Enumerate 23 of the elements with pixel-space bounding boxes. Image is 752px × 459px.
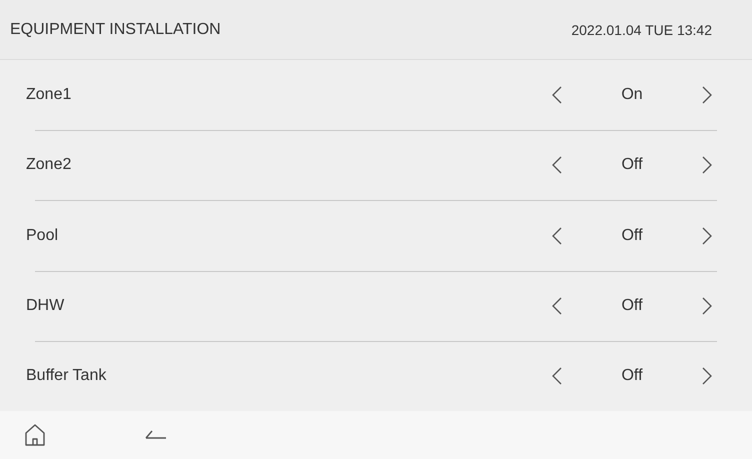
setting-label: Zone2 bbox=[26, 156, 72, 174]
chevron-right-icon bbox=[701, 155, 713, 176]
chevron-left-icon bbox=[551, 155, 563, 176]
setting-value: Off bbox=[620, 296, 644, 315]
chevron-left-icon bbox=[551, 366, 563, 386]
setting-label: Zone1 bbox=[26, 86, 72, 104]
chevron-left-icon bbox=[551, 85, 563, 106]
chevron-left-icon bbox=[551, 296, 563, 316]
setting-label: Pool bbox=[26, 226, 58, 244]
date-time: 2022.01.04 TUE 13:42 bbox=[571, 22, 712, 38]
chevron-right-icon bbox=[701, 296, 713, 316]
setting-value: On bbox=[620, 86, 644, 104]
home-icon bbox=[24, 423, 46, 447]
chevron-right-icon bbox=[701, 366, 713, 386]
chevron-left-icon bbox=[551, 226, 563, 246]
setting-value: Off bbox=[620, 366, 644, 385]
setting-label: DHW bbox=[26, 296, 64, 315]
page-title: EQUIPMENT INSTALLATION bbox=[10, 20, 221, 38]
chevron-right-icon bbox=[701, 85, 713, 106]
setting-label: Buffer Tank bbox=[26, 366, 106, 385]
chevron-right-icon bbox=[701, 226, 713, 246]
setting-value: Off bbox=[620, 156, 644, 174]
setting-value: Off bbox=[620, 226, 644, 244]
